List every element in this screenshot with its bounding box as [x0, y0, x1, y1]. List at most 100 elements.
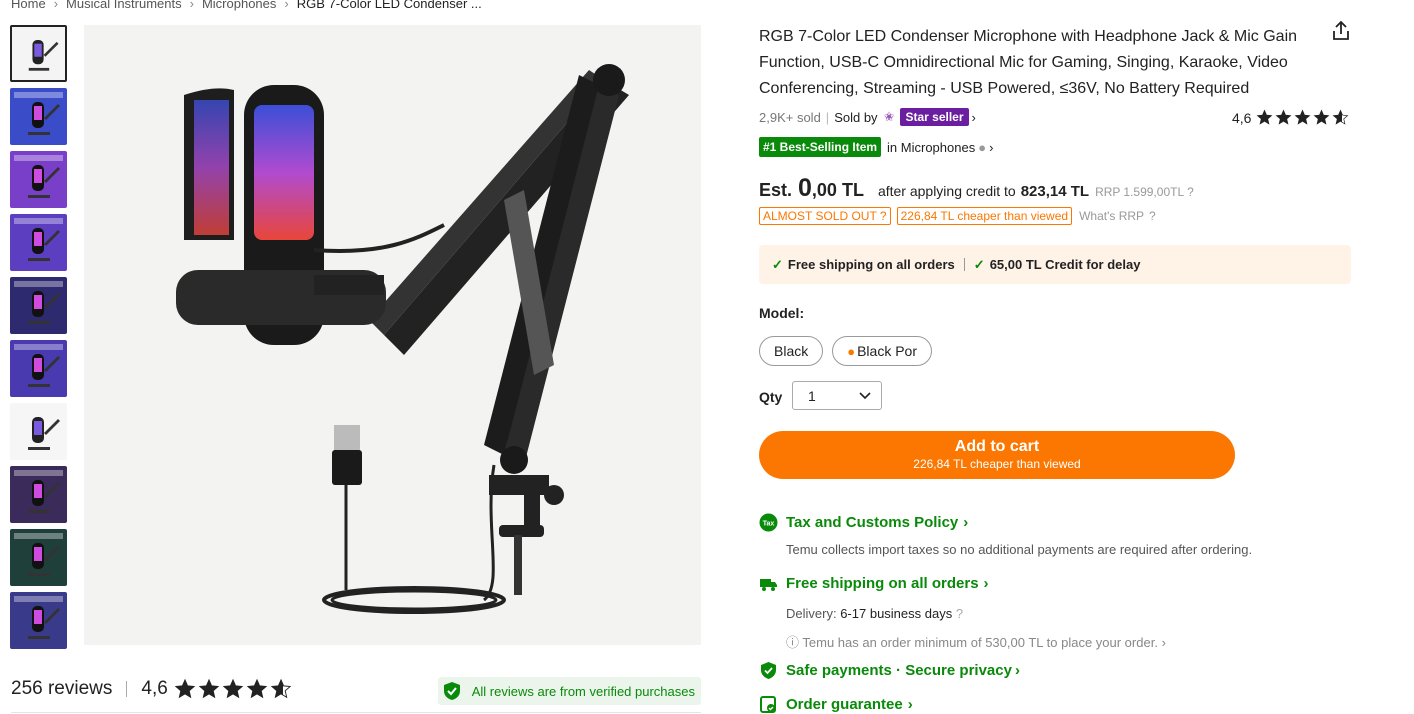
reviews-stars: [174, 678, 292, 700]
price-decimal: ,00 TL: [811, 180, 864, 200]
share-icon[interactable]: [1330, 20, 1352, 42]
verified-purchases-text: All reviews are from verified purchases: [471, 683, 695, 699]
qty-select[interactable]: 1: [792, 381, 882, 410]
order-minimum[interactable]: ⓘ Temu has an order minimum of 530,00 TL…: [786, 632, 1166, 651]
mic-diagram-thumb[interactable]: [10, 403, 67, 460]
product-rating[interactable]: 4,6: [1232, 109, 1349, 126]
model-option-black[interactable]: Black: [759, 336, 824, 366]
checkmark-icon: ✓: [973, 256, 985, 272]
star-icon: [1333, 109, 1349, 125]
breadcrumb-separator: ›: [284, 0, 289, 11]
free-shipping-title: Free shipping on all orders: [786, 575, 979, 592]
help-icon[interactable]: ?: [1187, 185, 1194, 199]
rrp-label: RRP: [1095, 185, 1121, 199]
chevron-right-icon[interactable]: ›: [972, 110, 976, 125]
divider: [963, 258, 965, 271]
breadcrumb: Home › Musical Instruments › Microphones › RGB…: [11, 0, 482, 11]
qty-value: 1: [808, 387, 816, 404]
mic-pickup-thumb[interactable]: [10, 151, 67, 208]
chevron-right-icon: ›: [989, 139, 994, 155]
help-icon[interactable]: ?: [1149, 209, 1156, 223]
order-guarantee-link[interactable]: Order guarantee ›: [759, 695, 913, 714]
best-seller-category: in Microphones: [887, 139, 976, 155]
star-icon: [1257, 109, 1273, 125]
star-icon: [222, 678, 244, 699]
thumbnail-image: [14, 155, 63, 198]
shield-check-icon: [761, 662, 776, 679]
free-shipping-link[interactable]: Free shipping on all orders ›: [759, 574, 989, 593]
best-seller-row[interactable]: #1 Best-Selling Item in Microphones ● ›: [759, 137, 993, 157]
reviews-summary: 256 reviews 4,6 All reviews are from ver…: [11, 676, 701, 705]
breadcrumb-microphones[interactable]: Microphones: [202, 0, 276, 11]
almost-sold-out-tag[interactable]: ALMOST SOLD OUT ?: [759, 207, 891, 225]
thumbnail-image: [14, 281, 63, 324]
star-icon: [1295, 109, 1311, 125]
cardioid-pickup-thumb[interactable]: [10, 466, 67, 523]
thumbnail-image: [28, 40, 59, 71]
chevron-right-icon: ›: [963, 514, 969, 531]
order-minimum-text: Temu has an order minimum of 530,00 TL t…: [802, 635, 1158, 650]
chevron-right-icon: ›: [1014, 662, 1020, 679]
sold-by-label: Sold by: [834, 109, 878, 125]
star-icon: [1276, 109, 1292, 125]
thumbnail-image: [14, 218, 63, 261]
mic-rgb-thumb[interactable]: [10, 277, 67, 334]
price-row: Est. 0 ,00 TL after applying credit to 8…: [759, 174, 1194, 203]
model-option-black-por[interactable]: ● Black Por: [832, 336, 933, 366]
price-est-label: Est.: [759, 180, 793, 200]
rrp-value: 1.599,00TL: [1123, 185, 1185, 199]
divider: [126, 681, 128, 697]
free-shipping-text: Free shipping on all orders: [787, 257, 955, 272]
star-seller-icon: ✬: [883, 109, 895, 124]
product-info: RGB 7-Color LED Condenser Microphone wit…: [759, 24, 1359, 102]
in-the-box-thumb[interactable]: [10, 214, 67, 271]
checkmark-icon: ✓: [772, 256, 783, 272]
model-label: Model:: [759, 305, 805, 321]
mic-feature-thumb[interactable]: [10, 88, 67, 145]
star-icon: [270, 678, 292, 699]
safe-payments-link[interactable]: Safe payments · Secure privacy ›: [759, 661, 1020, 680]
model-option-label: Black: [774, 343, 809, 359]
help-icon[interactable]: ?: [956, 606, 963, 621]
breadcrumb-separator: ›: [53, 0, 59, 11]
star-icon: [1314, 109, 1330, 125]
star-icon: [246, 678, 268, 699]
thumbnail-image: [14, 344, 63, 387]
divider: [11, 712, 701, 713]
streaming-room-thumb[interactable]: [10, 592, 67, 649]
tax-policy-title: Tax and Customs Policy: [786, 514, 959, 531]
cheaper-tag: 226,84 TL cheaper than viewed: [896, 207, 1073, 225]
price-tags: ALMOST SOLD OUT ? 226,84 TL cheaper than…: [759, 207, 1156, 225]
flame-icon: ●: [847, 343, 856, 359]
star-icon: [198, 678, 220, 699]
model-options: Black ● Black Por: [759, 336, 933, 366]
thumbnail-list: [10, 25, 69, 655]
breadcrumb-musical-instruments[interactable]: Musical Instruments: [66, 0, 182, 11]
shipping-banner: ✓ Free shipping on all orders ✓ 65,00 TL…: [759, 245, 1351, 284]
qty-label: Qty: [759, 389, 783, 405]
breadcrumb-home[interactable]: Home: [11, 0, 46, 11]
safe-payments-title: Safe payments · Secure privacy: [786, 662, 1012, 679]
gaming-setup-thumb[interactable]: [10, 529, 67, 586]
info-icon: ●: [978, 139, 987, 155]
tax-policy-link[interactable]: Tax Tax and Customs Policy ›: [759, 513, 968, 532]
breadcrumb-current: RGB 7-Color LED Condenser ...: [296, 0, 482, 11]
delivery-info: Delivery: 6-17 business days ?: [786, 606, 963, 621]
reviews-count[interactable]: 256 reviews: [11, 678, 112, 700]
product-title: RGB 7-Color LED Condenser Microphone wit…: [759, 28, 1298, 97]
add-to-cart-sub: 226,84 TL cheaper than viewed: [913, 457, 1081, 471]
add-to-cart-label: Add to cart: [954, 438, 1040, 455]
mic-product-thumb[interactable]: [10, 25, 67, 82]
product-main-image[interactable]: [84, 25, 701, 645]
what-rrp-link[interactable]: What's RRP: [1079, 209, 1144, 223]
credit-amount: 823,14 TL: [1020, 183, 1090, 200]
tax-policy-desc: Temu collects import taxes so no additio…: [786, 542, 1253, 557]
star-seller-badge[interactable]: Star seller: [900, 108, 969, 126]
model-option-label: Black Por: [857, 343, 918, 359]
thumbnail-image: [28, 417, 60, 450]
divider: |: [825, 109, 830, 125]
add-to-cart-button[interactable]: Add to cart 226,84 TL cheaper than viewe…: [759, 431, 1235, 479]
mic-streaming-thumb[interactable]: [10, 340, 67, 397]
delivery-label: Delivery:: [786, 606, 837, 621]
thumbnail-image: [14, 533, 63, 576]
